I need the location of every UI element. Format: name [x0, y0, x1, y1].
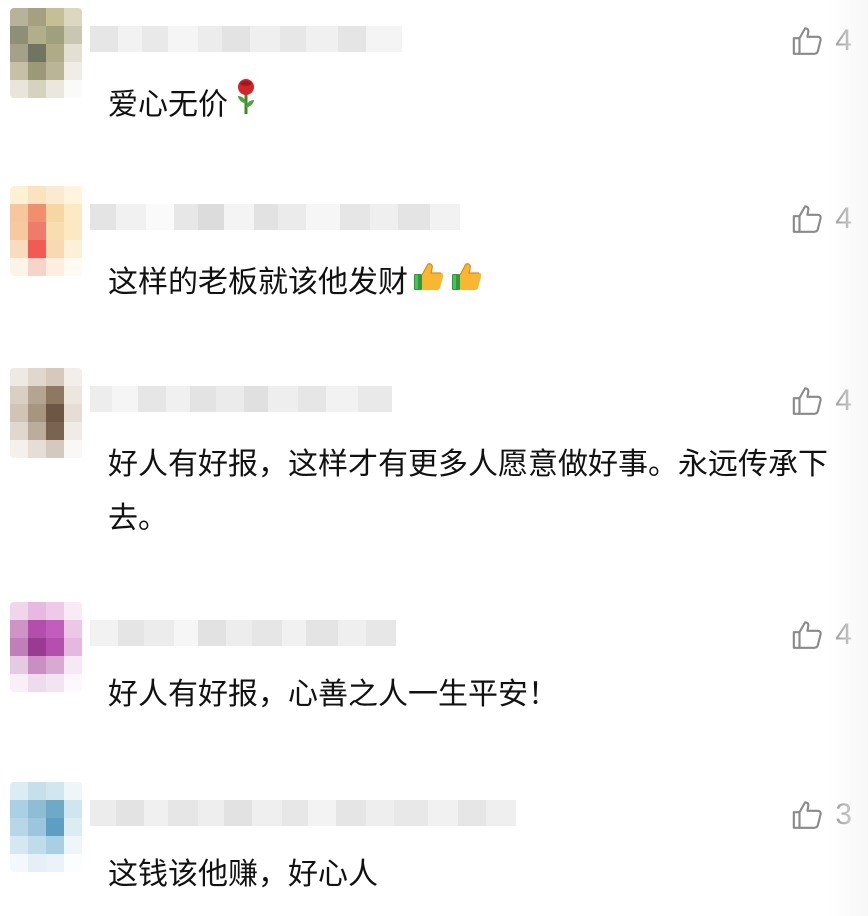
comment-item: 4 爱心无价: [0, 8, 868, 158]
comment-text: 好人有好报，这样才有更多人愿意做好事。永远传承下去。: [108, 447, 828, 536]
thumb-up-outline-icon: [793, 387, 823, 415]
comment-text: 这样的老板就该他发财: [108, 256, 838, 311]
avatar[interactable]: [10, 8, 82, 98]
thumb-up-outline-icon: [793, 801, 823, 829]
username-blurred[interactable]: [90, 374, 392, 424]
username-blurred[interactable]: [90, 608, 396, 658]
like-count: 4: [835, 618, 852, 651]
comment-item: 4 好人有好报，这样才有更多人愿意做好事。永远传承下去。: [0, 368, 868, 548]
like-button[interactable]: 4: [791, 24, 852, 58]
comment-text: 这钱该他赚，好心人: [108, 857, 378, 892]
rose-icon: [232, 78, 260, 134]
like-count: 3: [835, 798, 852, 831]
avatar[interactable]: [10, 602, 82, 692]
avatar[interactable]: [10, 186, 82, 276]
comment-item: 3 这钱该他赚，好心人: [0, 782, 868, 916]
avatar[interactable]: [10, 368, 82, 458]
thumbs-up-icon: [412, 257, 446, 311]
like-count: 4: [835, 24, 852, 57]
username-blurred[interactable]: [90, 788, 516, 838]
like-button[interactable]: 4: [791, 618, 852, 652]
like-count: 4: [835, 202, 852, 235]
username-blurred[interactable]: [90, 192, 460, 242]
username-blurred[interactable]: [90, 14, 402, 64]
comment-item: 4 好人有好报，心善之人一生平安！: [0, 602, 868, 732]
comment-text: 好人有好报，心善之人一生平安！: [108, 677, 558, 712]
thumb-up-outline-icon: [793, 27, 823, 55]
thumb-up-outline-icon: [793, 621, 823, 649]
like-button[interactable]: 4: [791, 202, 852, 236]
like-button[interactable]: 3: [791, 798, 852, 832]
like-count: 4: [835, 384, 852, 417]
avatar[interactable]: [10, 782, 82, 872]
like-button[interactable]: 4: [791, 384, 852, 418]
comment-text: 爱心无价: [108, 78, 838, 134]
thumbs-up-icon: [450, 257, 484, 311]
comment-item: 4 这样的老板就该他发财: [0, 186, 868, 326]
thumb-up-outline-icon: [793, 205, 823, 233]
